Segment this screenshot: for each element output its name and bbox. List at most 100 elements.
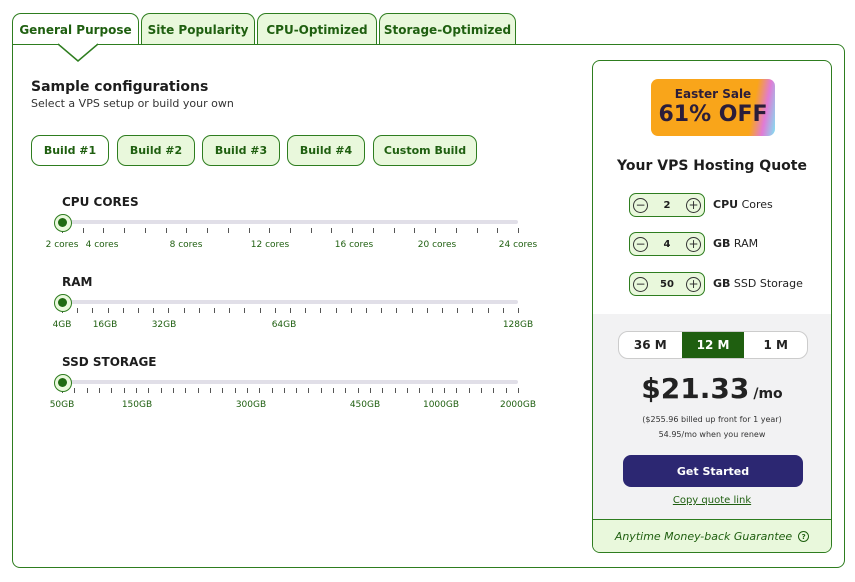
ram-track[interactable] — [62, 300, 518, 304]
storage-tick-label[interactable]: 150GB — [122, 400, 152, 410]
cpu-tick — [455, 228, 457, 233]
ram-tick-label[interactable]: 128GB — [503, 320, 533, 330]
storage-tick — [407, 388, 409, 393]
cpu-tick — [165, 228, 167, 233]
quote-card: Easter Sale 61% OFF Your VPS Hosting Quo… — [592, 60, 832, 553]
plus-icon[interactable]: + — [685, 276, 701, 292]
configurator-subtitle: Select a VPS setup or build your own — [31, 97, 234, 110]
ram-tick — [122, 308, 124, 313]
storage-tick — [493, 388, 495, 393]
copy-quote-link[interactable]: Copy quote link — [593, 495, 831, 506]
storage-tick-label[interactable]: 450GB — [350, 400, 380, 410]
cpu-tick-label[interactable]: 4 cores — [86, 240, 119, 250]
ram-stepper-text: RAM — [733, 237, 759, 250]
tab-general-purpose[interactable]: General Purpose — [12, 13, 139, 46]
storage-tick — [394, 388, 396, 393]
storage-tick — [209, 388, 211, 393]
storage-tick — [222, 388, 224, 393]
cpu-tick — [497, 228, 499, 233]
cpu-tick-label[interactable]: 12 cores — [251, 240, 290, 250]
tab-site-popularity[interactable]: Site Popularity — [141, 13, 255, 45]
cpu-tick — [331, 228, 333, 233]
term-12m-option[interactable]: 12 M — [681, 332, 745, 358]
storage-tick — [283, 388, 285, 393]
term-36m-option[interactable]: 36 M — [619, 332, 682, 358]
storage-tick — [419, 388, 421, 393]
minus-icon[interactable]: − — [633, 276, 648, 292]
custom-build-button[interactable]: Custom Build — [373, 135, 477, 166]
storage-tick-label[interactable]: 1000GB — [423, 400, 459, 410]
ram-tick-label[interactable]: 16GB — [93, 320, 118, 330]
storage-tick — [111, 388, 113, 393]
plus-icon[interactable]: + — [686, 197, 701, 213]
cpu-cores-slider-thumb[interactable] — [54, 214, 72, 232]
ram-tick-label[interactable]: 64GB — [272, 320, 297, 330]
help-icon[interactable]: ? — [798, 531, 810, 542]
storage-tick — [160, 388, 162, 393]
get-started-button[interactable]: Get Started — [623, 455, 803, 487]
cpu-cores-track[interactable] — [62, 220, 518, 224]
storage-tick-label[interactable]: 50GB — [50, 400, 75, 410]
tab-cpu-optimized[interactable]: CPU-Optimized — [257, 13, 377, 45]
cpu-tick-label[interactable]: 24 cores — [499, 240, 538, 250]
ram-tick — [244, 308, 246, 313]
tab-storage-optimized[interactable]: Storage-Optimized — [379, 13, 516, 45]
storage-tick-label[interactable]: 300GB — [236, 400, 266, 410]
ram-tick — [320, 308, 322, 313]
ssd-storage-track[interactable] — [62, 380, 518, 384]
ssd-storage-tick-labels: 50GB 150GB 300GB 450GB 1000GB 2000GB — [50, 400, 536, 414]
ram-label: RAM — [62, 275, 93, 289]
cpu-cores-ticks — [62, 228, 519, 234]
storage-tick — [481, 388, 483, 393]
build-3-button[interactable]: Build #3 — [202, 135, 280, 166]
ram-tick — [518, 308, 519, 313]
ssd-storage-slider-thumb[interactable] — [54, 374, 72, 392]
ram-tick-label[interactable]: 4GB — [53, 320, 72, 330]
cpu-tick — [227, 228, 229, 233]
ram-tick — [77, 308, 79, 313]
ram-tick — [411, 308, 413, 313]
price-display: $21.33/mo — [593, 372, 831, 405]
ram-tick — [502, 308, 504, 313]
ram-stepper-value[interactable]: 4 — [664, 239, 671, 250]
storage-stepper-label: GB SSD Storage — [713, 277, 803, 290]
sale-badge: Easter Sale 61% OFF — [651, 79, 775, 136]
cpu-stepper-value[interactable]: 2 — [664, 200, 671, 211]
configurator-title: Sample configurations — [31, 79, 209, 95]
sale-discount: 61% OFF — [658, 102, 768, 127]
build-4-button[interactable]: Build #4 — [287, 135, 365, 166]
build-2-button[interactable]: Build #2 — [117, 135, 195, 166]
billed-note: ($255.96 billed up front for 1 year) — [642, 415, 782, 424]
minus-icon[interactable]: − — [633, 197, 648, 213]
storage-tick-label[interactable]: 2000GB — [500, 400, 536, 410]
money-back-guarantee[interactable]: Anytime Money-back Guarantee ? — [593, 519, 831, 552]
ram-tick — [259, 308, 261, 313]
ram-tick — [335, 308, 337, 313]
ram-tick — [366, 308, 367, 313]
storage-tick — [518, 388, 519, 393]
storage-tick — [468, 388, 470, 393]
cpu-tick-label[interactable]: 8 cores — [170, 240, 203, 250]
cpu-tick — [103, 228, 105, 233]
term-1m-option[interactable]: 1 M — [744, 332, 807, 358]
minus-icon[interactable]: − — [633, 236, 648, 252]
ram-tick — [350, 308, 352, 313]
ram-stepper: − 4 + — [629, 232, 705, 256]
storage-tick — [382, 388, 384, 393]
cpu-tick-label[interactable]: 20 cores — [418, 240, 457, 250]
ram-tick-label[interactable]: 32GB — [152, 320, 177, 330]
cpu-cores-label: CPU CORES — [62, 195, 139, 209]
plus-icon[interactable]: + — [686, 236, 701, 252]
storage-tick — [333, 388, 335, 393]
storage-tick — [86, 388, 88, 393]
ram-tick — [138, 308, 139, 313]
build-1-button[interactable]: Build #1 — [31, 135, 109, 166]
ram-slider-thumb[interactable] — [54, 294, 72, 312]
ssd-storage-label: SSD STORAGE — [62, 355, 157, 369]
ssd-storage-ticks — [62, 388, 519, 394]
cpu-tick-label[interactable]: 16 cores — [335, 240, 374, 250]
storage-tick — [345, 388, 347, 393]
storage-stepper-value[interactable]: 50 — [660, 279, 674, 290]
cpu-tick-label[interactable]: 2 cores — [46, 240, 79, 250]
storage-tick — [357, 388, 359, 393]
